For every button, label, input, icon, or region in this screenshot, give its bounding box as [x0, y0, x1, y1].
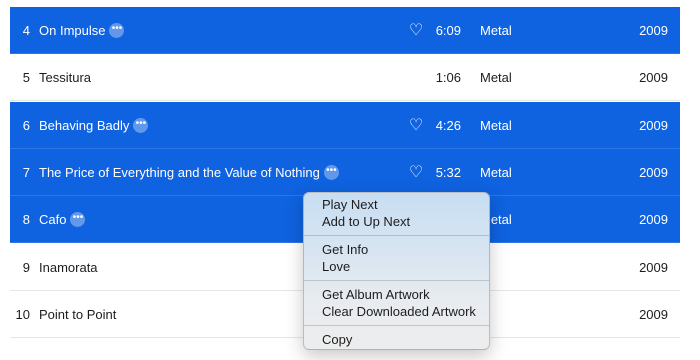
track-title-cell: On Impulse •••	[39, 7, 125, 54]
menu-item-get-info[interactable]: Get Info	[304, 241, 489, 258]
track-number: 5	[22, 70, 30, 85]
more-options-icon[interactable]: •••	[109, 23, 125, 39]
menu-separator	[304, 235, 489, 236]
track-year: 2009	[639, 307, 668, 322]
menu-separator	[304, 325, 489, 326]
track-title: Cafo	[39, 212, 67, 227]
track-number: 9	[22, 260, 30, 275]
track-title: Tessitura	[39, 70, 92, 85]
menu-item-play-next[interactable]: Play Next	[304, 196, 489, 213]
track-title: On Impulse	[39, 23, 106, 38]
menu-separator	[304, 280, 489, 281]
track-number: 6	[22, 118, 30, 133]
more-options-icon[interactable]: •••	[133, 118, 149, 134]
track-genre: Metal	[480, 23, 512, 38]
track-year: 2009	[639, 23, 668, 38]
track-title-cell: Cafo •••	[39, 196, 86, 243]
track-year: 2009	[639, 212, 668, 227]
menu-item-add-to-up-next[interactable]: Add to Up Next	[304, 213, 489, 230]
track-title-cell: Inamorata	[39, 244, 98, 291]
track-genre: Metal	[480, 165, 512, 180]
track-time: 6:09	[435, 23, 461, 38]
track-title: The Price of Everything and the Value of…	[39, 165, 320, 180]
track-title-cell: The Price of Everything and the Value of…	[39, 149, 339, 196]
track-year: 2009	[639, 70, 668, 85]
row-divider	[10, 100, 680, 101]
track-title: Behaving Badly	[39, 118, 130, 133]
track-row[interactable]: 6 Behaving Badly ••• ♡ 4:26 Metal 2009	[10, 102, 680, 149]
track-year: 2009	[639, 118, 668, 133]
track-number: 4	[22, 23, 30, 38]
menu-item-love[interactable]: Love	[304, 258, 489, 275]
menu-item-copy[interactable]: Copy	[304, 331, 489, 348]
menu-item-clear-downloaded-artwork[interactable]: Clear Downloaded Artwork	[304, 303, 489, 320]
track-title-cell: Behaving Badly •••	[39, 102, 149, 149]
track-row[interactable]: 4 On Impulse ••• ♡ 6:09 Metal 2009	[10, 7, 680, 54]
track-time: 4:26	[435, 118, 461, 133]
track-title-cell: Point to Point	[39, 291, 116, 338]
track-number: 10	[15, 307, 30, 322]
track-row[interactable]: 5 Tessitura 1:06 Metal 2009	[10, 54, 680, 101]
track-year: 2009	[639, 165, 668, 180]
track-row[interactable]: 7 The Price of Everything and the Value o…	[10, 149, 680, 196]
track-number: 7	[22, 165, 30, 180]
track-title: Inamorata	[39, 260, 98, 275]
track-genre: Metal	[480, 70, 512, 85]
context-menu[interactable]: Play Next Add to Up Next Get Info Love Get A…	[303, 192, 490, 350]
more-options-icon[interactable]: •••	[323, 165, 339, 181]
track-year: 2009	[639, 260, 668, 275]
menu-item-get-album-artwork[interactable]: Get Album Artwork	[304, 286, 489, 303]
track-genre: Metal	[480, 118, 512, 133]
track-title-cell: Tessitura	[39, 54, 91, 101]
track-title: Point to Point	[39, 307, 117, 322]
track-number: 8	[22, 212, 30, 227]
more-options-icon[interactable]: •••	[70, 212, 86, 228]
track-time: 5:32	[435, 165, 461, 180]
track-time: 1:06	[435, 70, 461, 85]
